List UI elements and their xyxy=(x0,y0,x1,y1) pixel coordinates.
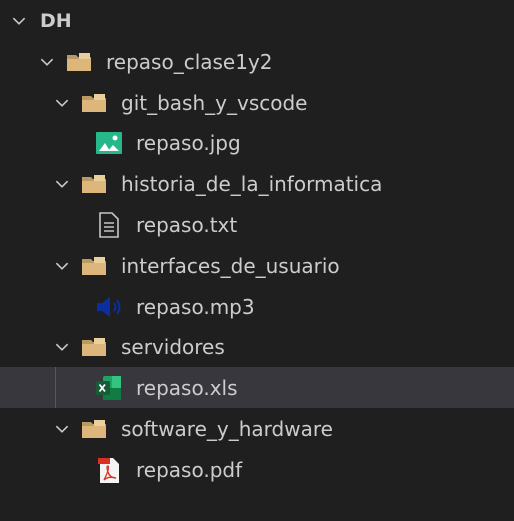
indent-guide xyxy=(55,367,56,408)
folder-software-y-hardware[interactable]: software_y_hardware xyxy=(0,408,514,449)
folder-interfaces-de-usuario[interactable]: interfaces_de_usuario xyxy=(0,245,514,286)
pdf-file-icon xyxy=(95,456,123,484)
item-label: git_bash_y_vscode xyxy=(121,90,308,115)
item-label: historia_de_la_informatica xyxy=(121,171,383,196)
text-file-icon xyxy=(95,211,123,239)
folder-open-icon xyxy=(80,415,108,443)
folder-open-icon xyxy=(65,48,93,76)
item-label: repaso.pdf xyxy=(136,457,243,482)
folder-open-icon xyxy=(80,89,108,117)
file-repaso-txt[interactable]: repaso.txt xyxy=(0,204,514,245)
image-file-icon xyxy=(95,129,123,157)
folder-open-icon xyxy=(80,170,108,198)
folder-historia-de-la-informatica[interactable]: historia_de_la_informatica xyxy=(0,163,514,204)
folder-servidores[interactable]: servidores xyxy=(0,326,514,367)
chevron-down-icon[interactable] xyxy=(51,418,73,440)
file-repaso-pdf[interactable]: repaso.pdf xyxy=(0,449,514,490)
chevron-down-icon[interactable] xyxy=(51,173,73,195)
audio-file-icon xyxy=(95,293,123,321)
item-label: servidores xyxy=(121,334,225,359)
chevron-down-icon[interactable] xyxy=(51,336,73,358)
item-label: repaso.mp3 xyxy=(136,294,255,319)
item-label: interfaces_de_usuario xyxy=(121,253,340,278)
item-label: repaso.jpg xyxy=(136,130,241,155)
folder-open-icon xyxy=(80,333,108,361)
tree-root-dh[interactable]: DH xyxy=(0,0,514,41)
item-label: repaso.txt xyxy=(136,212,238,237)
chevron-down-icon[interactable] xyxy=(51,255,73,277)
chevron-down-icon[interactable] xyxy=(8,10,30,32)
folder-open-icon xyxy=(80,252,108,280)
chevron-down-icon[interactable] xyxy=(51,92,73,114)
item-label: repaso_clase1y2 xyxy=(106,49,273,74)
item-label: software_y_hardware xyxy=(121,416,333,441)
root-label: DH xyxy=(40,9,72,32)
excel-file-icon xyxy=(95,374,123,402)
item-label: repaso.xls xyxy=(136,375,238,400)
chevron-down-icon[interactable] xyxy=(36,51,58,73)
folder-repaso-clase1y2[interactable]: repaso_clase1y2 xyxy=(0,41,514,82)
file-repaso-xls[interactable]: repaso.xls xyxy=(0,367,514,408)
file-repaso-jpg[interactable]: repaso.jpg xyxy=(0,122,514,163)
folder-git-bash-y-vscode[interactable]: git_bash_y_vscode xyxy=(0,82,514,123)
file-repaso-mp3[interactable]: repaso.mp3 xyxy=(0,286,514,327)
